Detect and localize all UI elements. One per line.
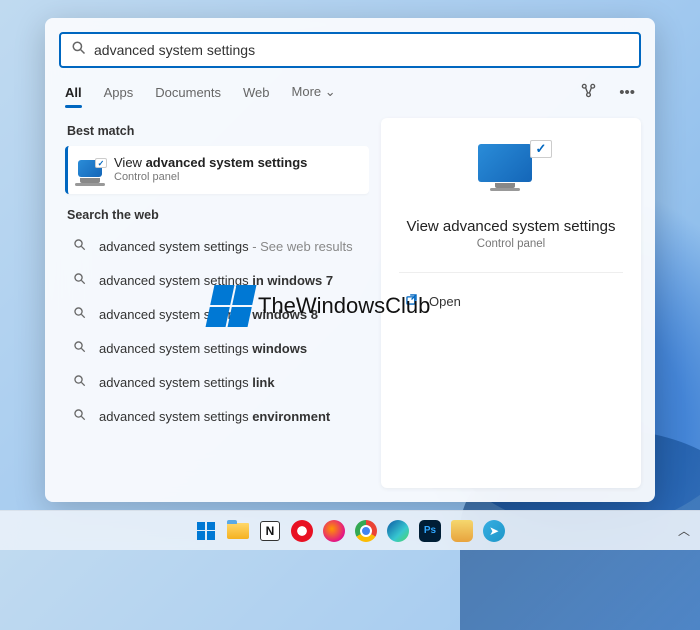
- tab-all[interactable]: All: [65, 79, 82, 106]
- recent-searches-icon[interactable]: [580, 82, 597, 103]
- results-list: Best match ✓ View advanced system settin…: [65, 118, 369, 488]
- best-match-heading: Best match: [67, 124, 369, 138]
- system-settings-icon-large: ✓: [478, 144, 544, 198]
- telegram-icon: ➤: [483, 520, 505, 542]
- web-result[interactable]: advanced system settings windows: [65, 332, 369, 366]
- chrome-icon: [355, 520, 377, 542]
- chevron-up-icon: ︿: [678, 524, 690, 538]
- chevron-down-icon: ⌄: [325, 84, 336, 99]
- paintbrush-icon: [451, 520, 473, 542]
- search-icon: [71, 374, 87, 392]
- filter-tabs: All Apps Documents Web More ⌄ •••: [45, 78, 655, 106]
- search-icon: [71, 340, 87, 358]
- divider: [399, 272, 623, 273]
- tab-documents[interactable]: Documents: [155, 79, 221, 106]
- web-result[interactable]: advanced system settings link: [65, 366, 369, 400]
- results-area: Best match ✓ View advanced system settin…: [45, 106, 655, 502]
- opera-icon: [291, 520, 313, 542]
- tab-more[interactable]: More ⌄: [292, 78, 336, 106]
- taskbar-paint[interactable]: [449, 518, 475, 544]
- tab-web[interactable]: Web: [243, 79, 270, 106]
- search-web-heading: Search the web: [67, 208, 369, 222]
- taskbar-telegram[interactable]: ➤: [481, 518, 507, 544]
- tab-apps[interactable]: Apps: [104, 79, 134, 106]
- search-icon: [71, 408, 87, 426]
- windows-logo-icon: [197, 522, 215, 540]
- folder-icon: [227, 523, 249, 539]
- best-match-result[interactable]: ✓ View advanced system settings Control …: [65, 146, 369, 194]
- best-match-label: View advanced system settings Control pa…: [114, 155, 307, 185]
- more-options-icon[interactable]: •••: [619, 84, 635, 101]
- taskbar-chrome[interactable]: [353, 518, 379, 544]
- show-desktop-chevron[interactable]: ︿: [678, 522, 690, 539]
- taskbar: N Ps ➤ ︿: [0, 510, 700, 550]
- web-result[interactable]: advanced system settings environment: [65, 400, 369, 434]
- web-result[interactable]: advanced system settings - See web resul…: [65, 230, 369, 264]
- search-icon: [71, 40, 86, 60]
- notion-icon: N: [260, 521, 280, 541]
- web-result[interactable]: advanced system settings windows 8: [65, 298, 369, 332]
- preview-title: View advanced system settings: [407, 218, 616, 235]
- taskbar-edge[interactable]: [385, 518, 411, 544]
- taskbar-firefox[interactable]: [321, 518, 347, 544]
- firefox-icon: [323, 520, 345, 542]
- open-icon: [403, 293, 419, 309]
- taskbar-opera[interactable]: [289, 518, 315, 544]
- search-icon: [71, 306, 87, 324]
- taskbar-photoshop[interactable]: Ps: [417, 518, 443, 544]
- search-input[interactable]: [94, 42, 629, 58]
- preview-pane: ✓ View advanced system settings Control …: [381, 118, 641, 488]
- search-box[interactable]: [59, 32, 641, 68]
- search-icon: [71, 238, 87, 256]
- taskbar-notion[interactable]: N: [257, 518, 283, 544]
- preview-subtitle: Control panel: [477, 238, 545, 250]
- photoshop-icon: Ps: [419, 520, 441, 542]
- open-action[interactable]: Open: [399, 287, 623, 315]
- search-flyout: All Apps Documents Web More ⌄ ••• Best m…: [45, 18, 655, 502]
- start-button[interactable]: [193, 518, 219, 544]
- edge-icon: [387, 520, 409, 542]
- taskbar-explorer[interactable]: [225, 518, 251, 544]
- web-result[interactable]: advanced system settings in windows 7: [65, 264, 369, 298]
- search-icon: [71, 272, 87, 290]
- system-settings-icon: ✓: [78, 160, 104, 180]
